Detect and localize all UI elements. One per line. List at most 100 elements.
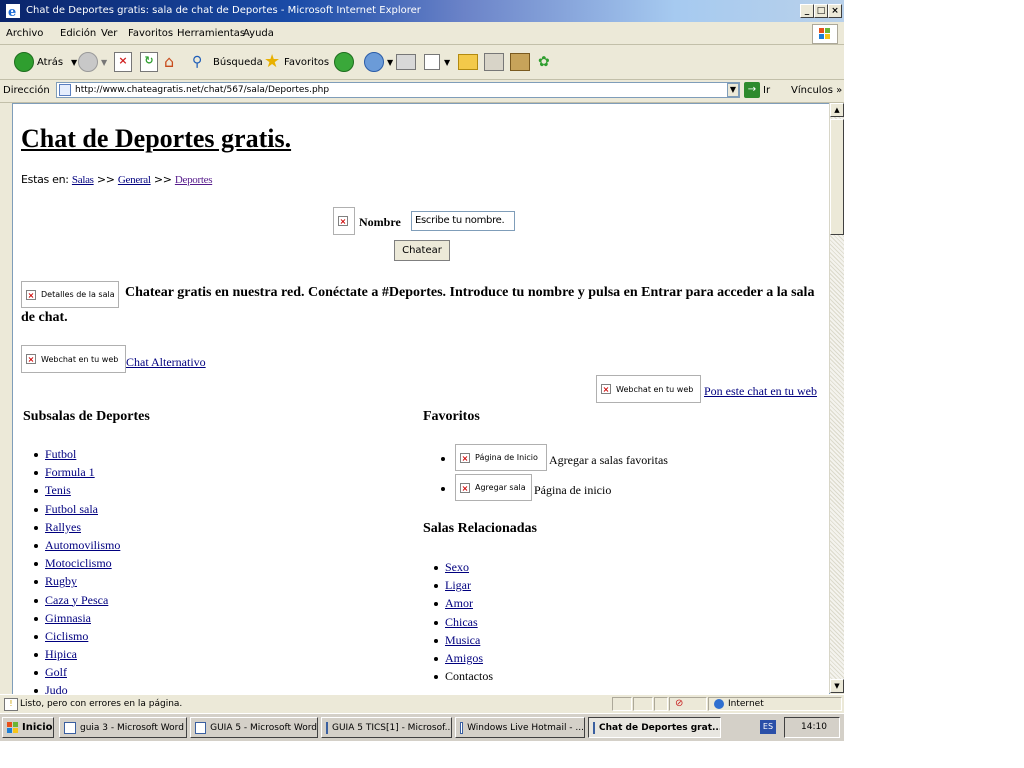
- menu-archivo[interactable]: Archivo: [6, 28, 43, 39]
- list-item: Formula 1: [23, 463, 323, 481]
- discuss-button[interactable]: [458, 50, 478, 74]
- list-item: Musica: [423, 631, 723, 649]
- taskbar: Inicio guia 3 - Microsoft Word GUIA 5 - …: [0, 713, 844, 741]
- task-button[interactable]: GUIA 5 - Microsoft Word: [190, 717, 318, 738]
- links-label: Vínculos: [791, 85, 833, 96]
- scroll-thumb[interactable]: [830, 119, 844, 235]
- favorites-button[interactable]: ★ Favoritos: [264, 50, 329, 74]
- forward-button[interactable]: ▼: [78, 50, 107, 74]
- back-button[interactable]: Atrás ▼: [14, 50, 77, 74]
- stop-button[interactable]: ×: [114, 50, 132, 74]
- favorite-image[interactable]: × Agregar sala: [455, 474, 532, 501]
- related-link[interactable]: Amigos: [445, 651, 483, 665]
- list-item: Amor: [423, 594, 723, 612]
- list-item: Futbol: [23, 445, 323, 463]
- related-link[interactable]: Ligar: [445, 578, 471, 592]
- refresh-button[interactable]: ↻: [140, 50, 158, 74]
- subsala-link[interactable]: Rallyes: [45, 520, 81, 534]
- go-button[interactable]: Ir: [763, 85, 770, 96]
- related-link[interactable]: Amor: [445, 596, 473, 610]
- research-icon: [484, 53, 504, 71]
- menu-herramientas[interactable]: Herramientas: [177, 28, 245, 39]
- task-button[interactable]: Windows Live Hotmail - ...: [455, 717, 585, 738]
- related-link[interactable]: Sexo: [445, 560, 469, 574]
- edit-button[interactable]: ▼: [424, 50, 450, 74]
- name-input[interactable]: Escribe tu nombre.: [411, 211, 515, 231]
- breadcrumb-salas[interactable]: Salas: [72, 174, 94, 186]
- mail-dropdown-icon[interactable]: ▼: [387, 58, 393, 67]
- webchat-alt-2: Webchat en tu web: [616, 384, 694, 394]
- subsala-link[interactable]: Automovilismo: [45, 538, 120, 552]
- subsala-link[interactable]: Golf: [45, 665, 67, 679]
- scroll-up-icon[interactable]: ▲: [830, 103, 844, 117]
- minimize-button[interactable]: _: [800, 4, 814, 18]
- favorite-image[interactable]: × Página de Inicio: [455, 444, 547, 471]
- start-label: Inicio: [22, 722, 53, 733]
- print-button[interactable]: [396, 50, 416, 74]
- messenger-button[interactable]: [510, 50, 530, 74]
- subsalas-heading: Subsalas de Deportes: [23, 409, 150, 424]
- task-button[interactable]: guia 3 - Microsoft Word: [59, 717, 187, 738]
- maximize-button[interactable]: □: [814, 4, 828, 18]
- links-toolbar[interactable]: Vínculos »: [791, 85, 842, 96]
- bullet: [441, 487, 445, 491]
- webchat-image-2[interactable]: × Webchat en tu web: [596, 375, 701, 403]
- address-dropdown-icon[interactable]: ▼: [727, 83, 739, 97]
- subsala-link[interactable]: Futbol sala: [45, 502, 98, 516]
- related-link[interactable]: Musica: [445, 633, 480, 647]
- webchat-image[interactable]: × Webchat en tu web: [21, 345, 126, 373]
- list-item: × Agregar sala Página de inicio: [423, 474, 803, 504]
- chat-alternativo-link[interactable]: Chat Alternativo: [126, 355, 206, 370]
- forward-dropdown-icon[interactable]: ▼: [101, 58, 107, 67]
- menu-favoritos[interactable]: Favoritos: [128, 28, 173, 39]
- back-dropdown-icon[interactable]: ▼: [71, 58, 77, 67]
- put-chat-link[interactable]: Pon este chat en tu web: [704, 384, 817, 399]
- scroll-down-icon[interactable]: ▼: [830, 679, 844, 693]
- breadcrumb-deportes[interactable]: Deportes: [175, 174, 213, 186]
- page-icon: [59, 84, 71, 96]
- related-link[interactable]: Chicas: [445, 615, 478, 629]
- home-button[interactable]: ⌂: [164, 50, 184, 74]
- edit-icon: [424, 54, 440, 70]
- subsala-link[interactable]: Motociclismo: [45, 556, 112, 570]
- mail-button[interactable]: ▼: [364, 50, 393, 74]
- toolbar: Atrás ▼ ▼ × ↻ ⌂ ⚲ Búsqueda ★ Favoritos ▼…: [0, 45, 844, 80]
- language-indicator[interactable]: ES: [760, 720, 776, 734]
- research-button[interactable]: [484, 50, 504, 74]
- broken-image-icon: ×: [460, 482, 470, 493]
- menu-edicion[interactable]: Edición: [60, 28, 96, 39]
- go-arrow-icon[interactable]: →: [744, 82, 760, 98]
- subsala-link[interactable]: Gimnasia: [45, 611, 91, 625]
- task-button-active[interactable]: Chat de Deportes grat...: [588, 717, 721, 738]
- history-button[interactable]: [334, 50, 357, 74]
- edit-dropdown-icon[interactable]: ▼: [444, 58, 450, 67]
- broken-image-icon: ×: [601, 384, 611, 394]
- subsala-link[interactable]: Tenis: [45, 483, 71, 497]
- clock[interactable]: 14:10: [801, 722, 827, 732]
- menu-ver[interactable]: Ver: [101, 28, 117, 39]
- vertical-scrollbar[interactable]: ▲ ▼: [829, 103, 844, 693]
- favoritos-heading: Favoritos: [423, 409, 480, 424]
- search-button[interactable]: ⚲ Búsqueda: [192, 50, 263, 74]
- menu-ayuda[interactable]: Ayuda: [243, 28, 274, 39]
- warning-icon[interactable]: !: [4, 698, 18, 711]
- list-item: × Página de Inicio Agregar a salas favori…: [423, 444, 803, 474]
- subsala-link[interactable]: Ciclismo: [45, 629, 88, 643]
- task-label: GUIA 5 - Microsoft Word: [210, 722, 317, 733]
- close-button[interactable]: ×: [828, 4, 842, 18]
- search-icon: ⚲: [192, 54, 203, 70]
- subsala-link[interactable]: Hipica: [45, 647, 77, 661]
- bullet: [441, 457, 445, 461]
- popup-blocked-icon[interactable]: ⊘: [675, 698, 683, 709]
- start-button[interactable]: Inicio: [2, 717, 54, 738]
- subsala-link[interactable]: Rugby: [45, 574, 77, 588]
- subsala-link[interactable]: Formula 1: [45, 465, 95, 479]
- task-button[interactable]: GUIA 5 TICS[1] - Microsof...: [321, 717, 452, 738]
- subsala-link[interactable]: Futbol: [45, 447, 76, 461]
- chatear-button[interactable]: Chatear: [394, 240, 450, 261]
- list-item: Hipica: [23, 645, 323, 663]
- breadcrumb-general[interactable]: General: [118, 174, 151, 186]
- address-input[interactable]: http://www.chateagratis.net/chat/567/sal…: [56, 82, 740, 98]
- messenger-people-button[interactable]: ✿: [538, 50, 556, 74]
- subsala-link[interactable]: Caza y Pesca: [45, 593, 108, 607]
